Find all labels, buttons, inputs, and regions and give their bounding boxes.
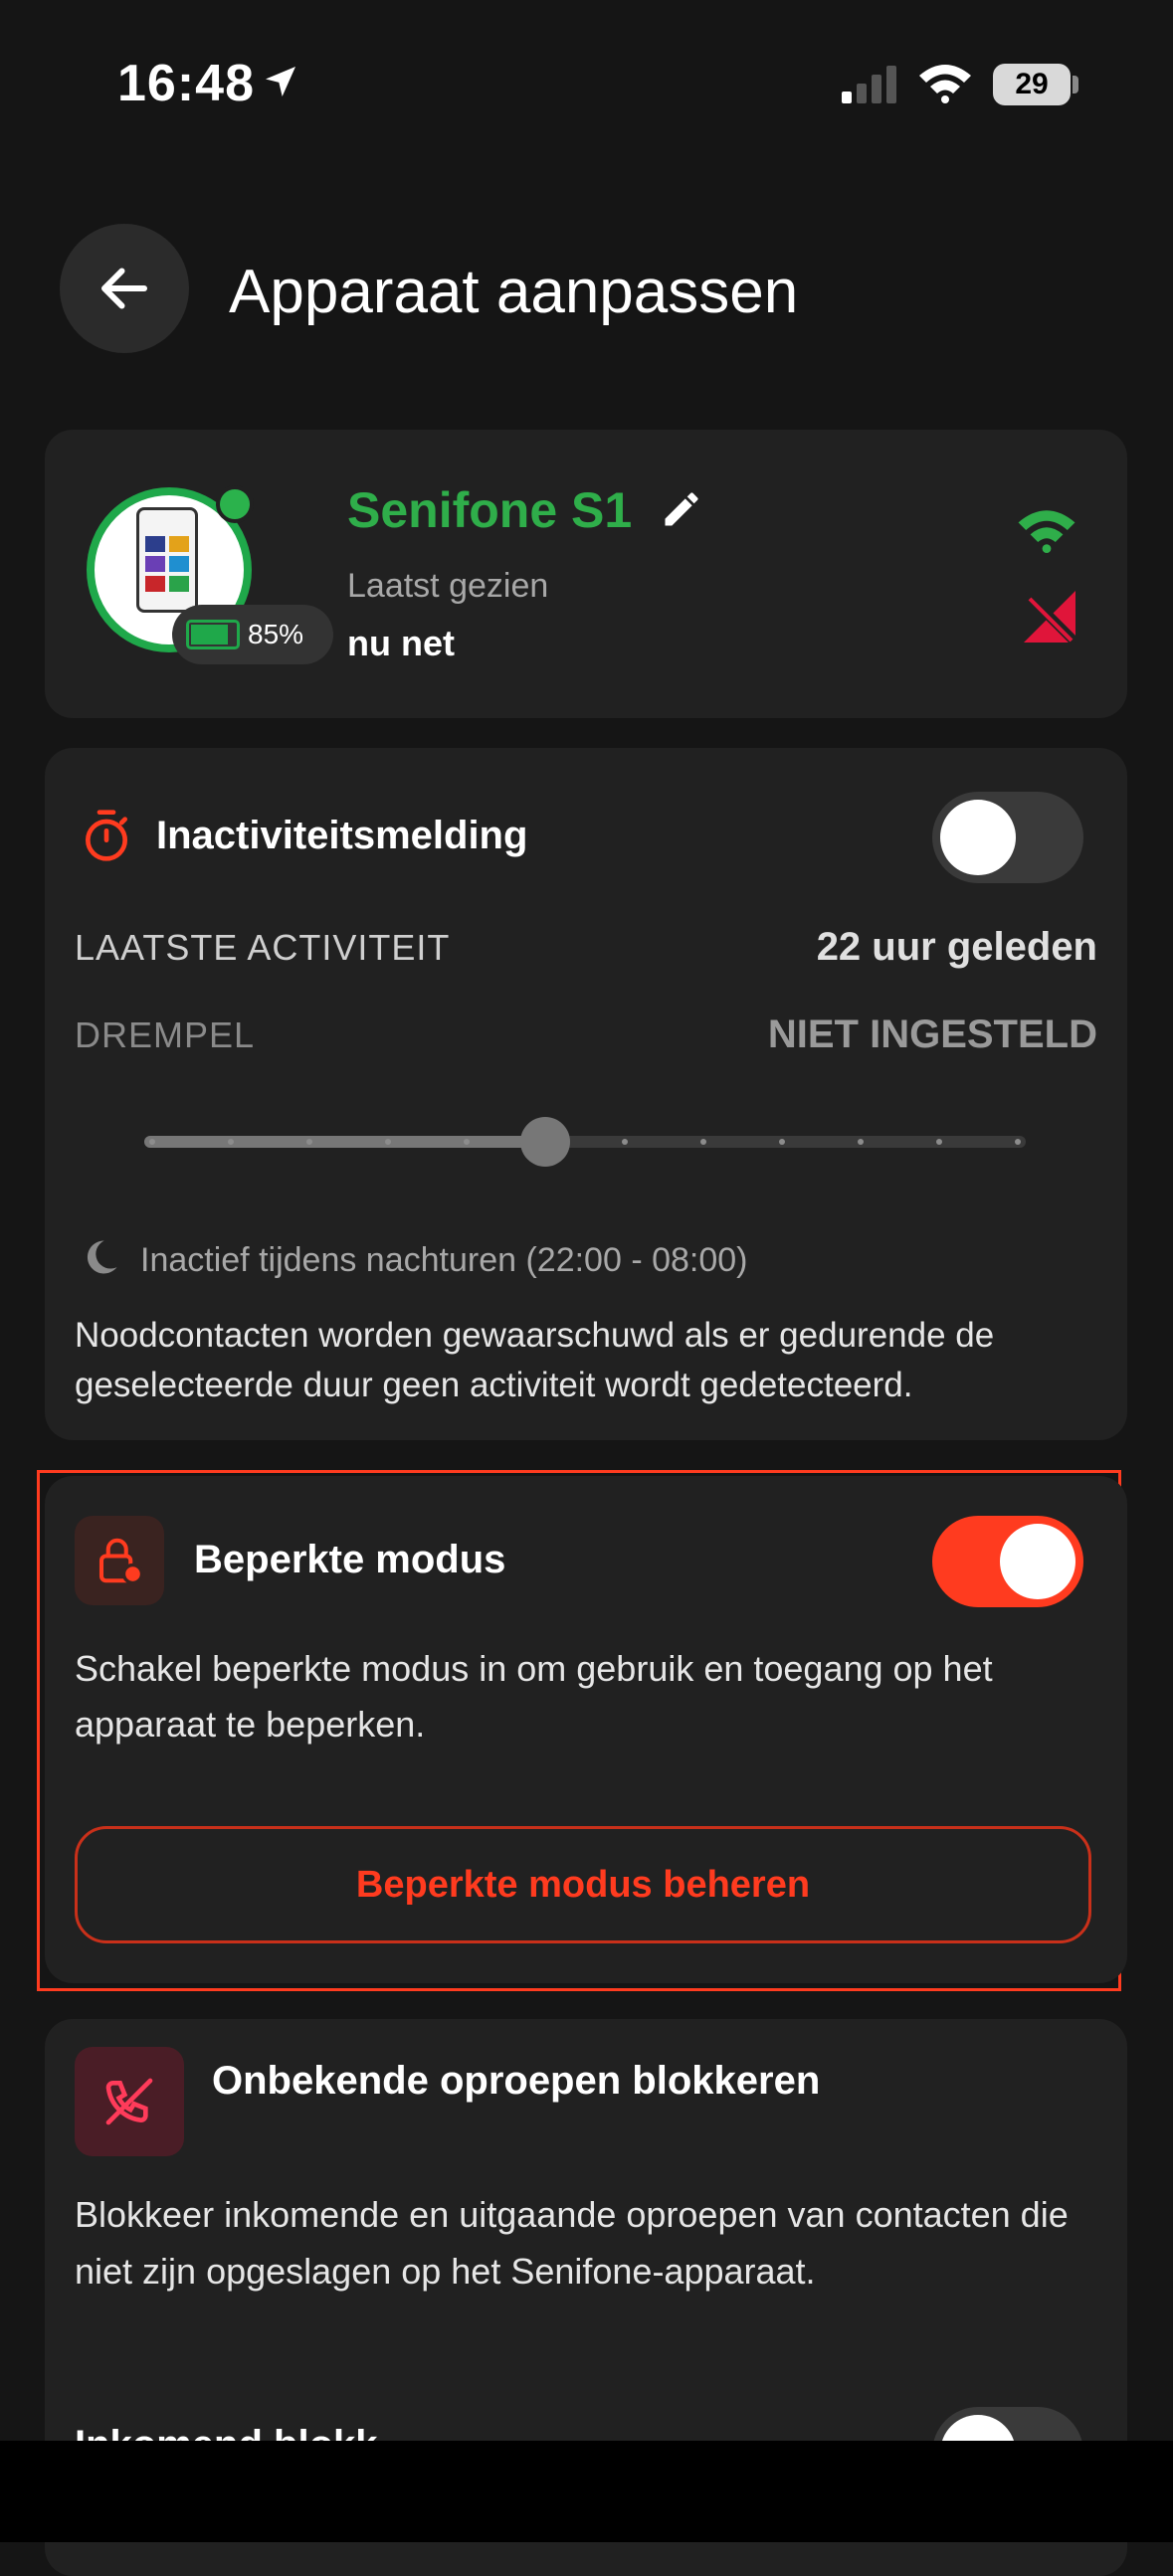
manage-restricted-mode-button[interactable]: Beperkte modus beheren	[75, 1826, 1091, 1943]
status-time: 16:48	[117, 55, 255, 112]
night-hours-text: Inactief tijdens nachturen (22:00 - 08:0…	[140, 1241, 748, 1279]
arrow-left-icon	[101, 268, 147, 309]
location-arrow-icon	[261, 62, 300, 106]
slider-step-dot	[857, 1139, 864, 1145]
block-unknown-calls-description: Blokkeer inkomende en uitgaande oproepen…	[75, 2194, 1069, 2292]
wifi-icon	[917, 62, 973, 108]
inactivity-title: Inactiviteitsmelding	[156, 814, 528, 857]
device-battery-percent: 85%	[248, 619, 304, 649]
restricted-mode-card: Beperkte modus Schakel beperkte modus in…	[45, 1476, 1127, 1983]
stopwatch-icon	[79, 808, 134, 868]
device-name: Senifone S1	[347, 482, 633, 538]
block-unknown-calls-title: Onbekende oproepen blokkeren	[212, 2059, 821, 2103]
last-seen-value: nu net	[347, 623, 455, 663]
online-status-dot	[216, 485, 254, 523]
inactivity-toggle[interactable]	[932, 792, 1083, 883]
device-wifi-icon	[1016, 507, 1077, 558]
device-battery-fill	[191, 625, 228, 644]
toggle-knob	[940, 800, 1016, 875]
battery-level-indicator: 29	[993, 64, 1071, 105]
inactivity-description: Noodcontacten worden gewaarschuwd als er…	[75, 1316, 995, 1404]
restricted-mode-description: Schakel beperkte modus in om gebruik en …	[75, 1648, 993, 1745]
slider-step-dot	[778, 1139, 785, 1145]
slider-step-dot	[149, 1139, 155, 1145]
device-card: 85% Senifone S1 Laatst gezien nu net	[45, 430, 1127, 718]
back-button[interactable]	[60, 224, 189, 353]
threshold-slider-thumb[interactable]	[520, 1117, 571, 1167]
battery-cap	[1073, 76, 1078, 93]
slider-step-dot	[1015, 1139, 1021, 1145]
moon-icon	[79, 1235, 122, 1284]
slider-step-dot	[621, 1139, 628, 1145]
cellular-signal-icon	[842, 66, 901, 110]
restricted-mode-toggle[interactable]	[932, 1516, 1083, 1607]
page-title: Apparaat aanpassen	[229, 258, 799, 326]
edit-pencil-icon[interactable]	[660, 487, 703, 536]
restricted-mode-title: Beperkte modus	[194, 1538, 506, 1581]
threshold-label: DREMPEL	[75, 1014, 256, 1055]
last-seen-label: Laatst gezien	[347, 567, 549, 605]
last-activity-label: LAATSTE ACTIVITEIT	[75, 927, 451, 968]
device-battery-icon	[186, 620, 240, 649]
blocked-call-icon-box	[75, 2047, 184, 2156]
no-cellular-signal-icon	[1020, 587, 1079, 651]
threshold-value: NIET INGESTELD	[767, 1012, 1097, 1056]
device-phone-image	[136, 507, 198, 613]
inactivity-card: Inactiviteitsmelding LAATSTE ACTIVITEIT …	[45, 748, 1127, 1440]
toggle-knob	[1000, 1524, 1075, 1599]
last-activity-value: 22 uur geleden	[816, 925, 1097, 969]
device-battery-badge: 85%	[172, 605, 333, 664]
slider-step-dot	[699, 1139, 706, 1145]
lock-icon	[98, 1538, 144, 1585]
slider-step-dot	[935, 1139, 942, 1145]
blocked-phone-icon	[105, 2078, 153, 2125]
threshold-slider-fill	[144, 1136, 546, 1148]
home-indicator-area	[0, 2441, 1173, 2542]
restricted-lock-icon-box	[75, 1516, 164, 1605]
